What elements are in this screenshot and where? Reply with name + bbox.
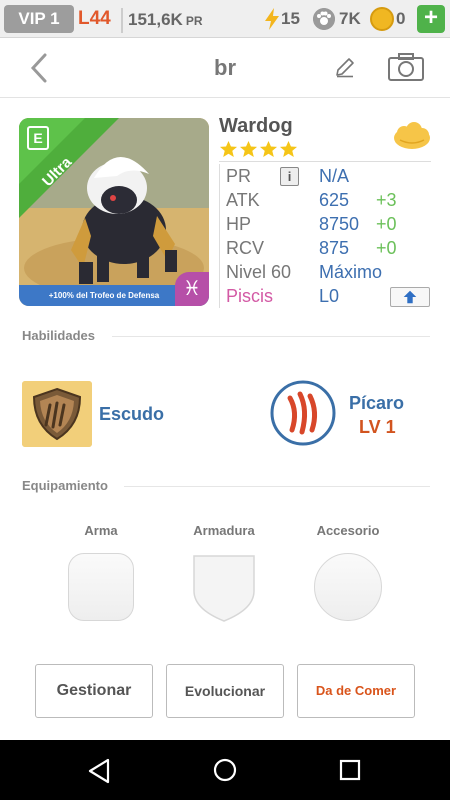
coin-count: 0 [396,9,406,28]
stat-label: ATK [226,190,260,210]
card-bonus-text: +100% del Trofeo de Defensa [48,291,160,300]
upgrade-arrow-button[interactable] [390,287,430,307]
total-pr-value: 151,6K [128,10,183,29]
stat-row-rcv: RCV 875 +0 [220,236,431,260]
coin-icon [370,7,394,31]
stat-value: L0 [319,286,340,306]
class-level: LV 1 [359,417,396,437]
stat-row-atk: ATK 625 +3 [220,188,431,212]
stat-value: Máximo [319,262,383,282]
weapon-label: Arma [84,523,118,538]
class-name[interactable]: Pícaro [349,392,404,414]
total-pr-unit: PR [185,14,203,28]
status-bar: VIP 1 L44 151,6K PR 15 7K 0 + [0,0,450,38]
stat-value: 625 [319,190,350,210]
stat-bonus: +0 [376,214,397,234]
energy-count: 15 [281,9,300,28]
stat-label: RCV [226,238,265,258]
rogue-class-icon[interactable] [270,380,336,446]
equipment-section-title: Equipamiento [22,478,108,493]
accessory-slot[interactable] [314,553,382,621]
page-title: br [214,55,236,80]
stat-row-level: Nivel 60 Máximo [220,260,431,284]
divider [124,486,430,487]
weapon-slot[interactable] [68,553,134,621]
player-level: L44 [78,8,111,29]
stat-label: Nivel 60 [226,262,292,282]
nav-back-icon[interactable] [86,758,112,784]
page-header: br [0,38,450,98]
armor-slot[interactable] [191,553,257,623]
stat-row-pr: PR i N/A [220,164,431,188]
manage-button[interactable]: Gestionar [35,664,153,718]
camera-icon[interactable] [387,52,425,82]
system-nav-bar [0,740,450,800]
feed-button[interactable]: Da de Comer [297,664,415,718]
shield-skill-icon[interactable] [22,381,92,447]
lightning-icon [265,8,279,30]
star-icon [219,140,238,158]
stat-row-sign: Piscis L0 [220,284,431,308]
stat-value: 875 [319,238,350,258]
info-icon[interactable]: i [280,167,299,186]
paw-icon [313,8,335,30]
star-icon [279,140,298,158]
stat-bonus: +3 [376,190,397,210]
star-icon [259,140,278,158]
nav-recent-apps-icon[interactable] [339,759,361,781]
stat-value: N/A [319,166,350,186]
armor-label: Armadura [193,523,255,538]
pet-card[interactable]: E Ultra +100% del Trofeo de Defensa ♓ [19,118,209,306]
stat-label: PR [226,166,252,186]
nav-home-icon[interactable] [213,758,237,782]
star-rating [219,140,431,162]
stat-bonus: +0 [376,238,397,258]
evolve-button[interactable]: Evolucionar [166,664,284,718]
stat-label: HP [226,214,252,234]
divider [112,336,430,337]
zodiac-pisces-icon: ♓ [175,272,209,306]
vip-badge[interactable]: VIP 1 [4,5,74,33]
stats-panel: PR i N/A ATK 625 +3 HP 8750 +0 RCV 875 +… [219,164,431,308]
stat-label: Piscis [226,286,274,306]
stat-value: 8750 [319,214,360,234]
stat-row-hp: HP 8750 +0 [220,212,431,236]
edit-pencil-icon[interactable] [334,56,356,78]
add-currency-button[interactable]: + [417,5,445,33]
star-icon [239,140,258,158]
abilities-section-title: Habilidades [22,328,95,343]
skill-name[interactable]: Escudo [99,403,164,425]
accessory-label: Accesorio [316,523,380,538]
food-count: 7K [339,9,361,28]
element-badge: E [27,126,49,150]
total-pr: 151,6K PR [121,8,203,33]
pet-name: Wardog [219,115,293,137]
